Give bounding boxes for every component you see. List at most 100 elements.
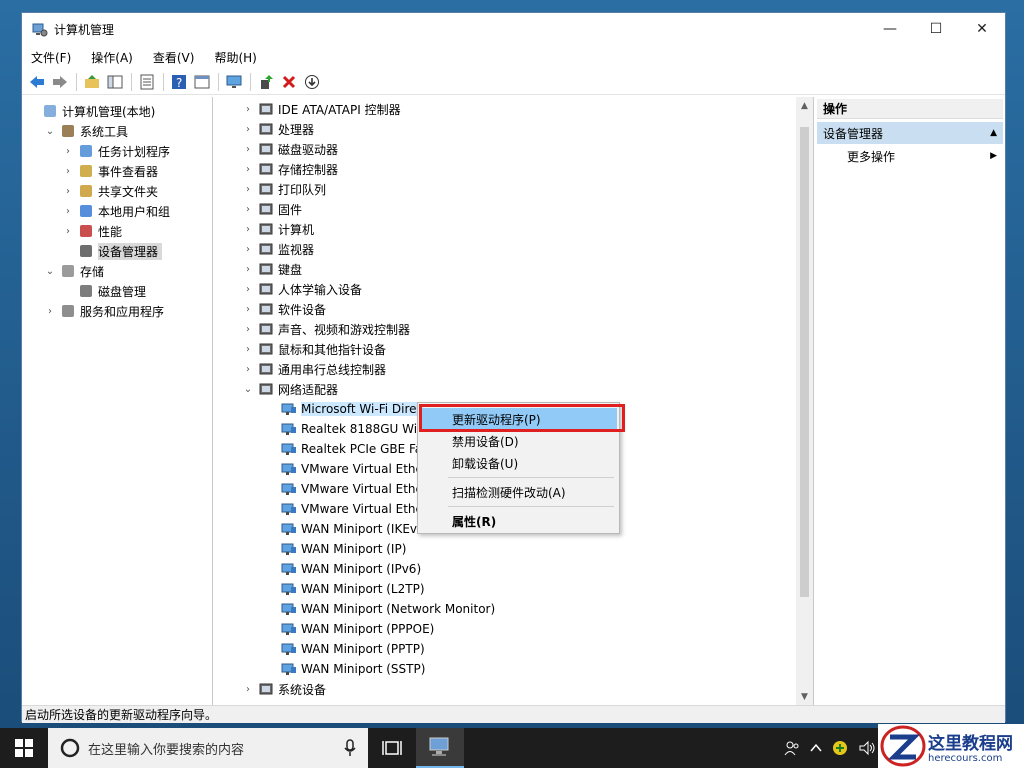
- device-item[interactable]: Realtek 8188GU Wire: [277, 419, 429, 439]
- device-category[interactable]: › 监视器: [242, 239, 314, 259]
- menu-view[interactable]: 查看(V): [150, 47, 198, 68]
- device-item[interactable]: VMware Virtual Ethe: [277, 499, 423, 519]
- expand-chevron-icon[interactable]: ›: [242, 144, 254, 155]
- console-tree-item[interactable]: › 本地用户和组: [62, 201, 170, 221]
- device-category[interactable]: ⌄ 网络适配器: [242, 379, 338, 399]
- device-item[interactable]: WAN Miniport (SSTP): [277, 659, 425, 679]
- menu-properties[interactable]: 属性(R): [420, 510, 617, 532]
- uninstall-toolbar-button[interactable]: [278, 71, 300, 93]
- console-tree-item[interactable]: › 任务计划程序: [62, 141, 170, 161]
- menu-uninstall-device[interactable]: 卸载设备(U): [420, 452, 617, 474]
- expand-chevron-icon[interactable]: ›: [62, 146, 74, 157]
- expand-chevron-icon[interactable]: ›: [62, 226, 74, 237]
- expand-chevron-icon[interactable]: ›: [242, 264, 254, 275]
- device-category[interactable]: › 处理器: [242, 119, 314, 139]
- menu-action[interactable]: 操作(A): [88, 47, 136, 68]
- expand-chevron-icon[interactable]: ›: [242, 104, 254, 115]
- device-item[interactable]: WAN Miniport (PPTP): [277, 639, 425, 659]
- expand-chevron-icon[interactable]: ›: [242, 364, 254, 375]
- maximize-button[interactable]: ☐: [913, 13, 959, 45]
- expand-chevron-icon[interactable]: ›: [242, 164, 254, 175]
- device-category[interactable]: › 鼠标和其他指针设备: [242, 339, 386, 359]
- show-tree-button[interactable]: [104, 71, 126, 93]
- scroll-thumb[interactable]: [800, 127, 809, 597]
- tray-expand-chevron-icon[interactable]: [810, 743, 822, 753]
- scroll-down-arrow-icon[interactable]: ▼: [796, 688, 813, 705]
- console-tree-item[interactable]: ⌄ 存储: [44, 261, 104, 281]
- device-category[interactable]: › 键盘: [242, 259, 302, 279]
- scroll-up-arrow-icon[interactable]: ▲: [796, 97, 813, 114]
- device-category[interactable]: › 计算机: [242, 219, 314, 239]
- expand-chevron-icon[interactable]: ›: [62, 206, 74, 217]
- console-tree-item[interactable]: ⌄ 系统工具: [44, 121, 128, 141]
- more-actions-item[interactable]: 更多操作 ▶: [817, 146, 1003, 166]
- up-level-button[interactable]: [81, 71, 103, 93]
- device-item[interactable]: Microsoft Wi-Fi Direc: [277, 399, 428, 419]
- actions-section-device-manager[interactable]: 设备管理器 ▲: [817, 122, 1003, 144]
- device-item[interactable]: WAN Miniport (IPv6): [277, 559, 421, 579]
- volume-icon[interactable]: [858, 740, 876, 756]
- device-category[interactable]: › 系统设备: [242, 679, 326, 699]
- menu-scan-hardware[interactable]: 扫描检测硬件改动(A): [420, 481, 617, 503]
- expand-chevron-icon[interactable]: ›: [242, 124, 254, 135]
- expand-chevron-icon[interactable]: ›: [242, 184, 254, 195]
- update-driver-toolbar-button[interactable]: [255, 71, 277, 93]
- device-category[interactable]: › IDE ATA/ATAPI 控制器: [242, 99, 401, 119]
- taskbar-search-box[interactable]: 在这里输入你要搜索的内容: [48, 728, 368, 768]
- device-category[interactable]: › 磁盘驱动器: [242, 139, 338, 159]
- menu-help[interactable]: 帮助(H): [211, 47, 259, 68]
- console-tree-item[interactable]: 设备管理器: [62, 241, 163, 261]
- expand-chevron-icon[interactable]: ›: [62, 186, 74, 197]
- device-category[interactable]: › 通用串行总线控制器: [242, 359, 386, 379]
- taskbar-app-computer-management[interactable]: [416, 728, 464, 768]
- expand-chevron-icon[interactable]: ›: [242, 284, 254, 295]
- device-category[interactable]: › 存储控制器: [242, 159, 338, 179]
- close-button[interactable]: ✕: [959, 13, 1005, 45]
- expand-chevron-icon[interactable]: ›: [62, 166, 74, 177]
- monitor-button[interactable]: [223, 71, 245, 93]
- device-item[interactable]: VMware Virtual Ethe: [277, 459, 423, 479]
- console-tree-item[interactable]: › 性能: [62, 221, 122, 241]
- microphone-icon[interactable]: [344, 739, 356, 757]
- menu-disable-device[interactable]: 禁用设备(D): [420, 430, 617, 452]
- device-category[interactable]: › 固件: [242, 199, 302, 219]
- device-item[interactable]: WAN Miniport (L2TP): [277, 579, 425, 599]
- console-tree-item[interactable]: › 共享文件夹: [62, 181, 158, 201]
- minimize-button[interactable]: —: [867, 13, 913, 45]
- console-tree-item[interactable]: 计算机管理(本地): [26, 101, 155, 121]
- expand-chevron-icon[interactable]: ›: [242, 344, 254, 355]
- back-button[interactable]: [26, 71, 48, 93]
- device-category[interactable]: › 软件设备: [242, 299, 326, 319]
- console-tree-item[interactable]: › 事件查看器: [62, 161, 158, 181]
- properties-view-button[interactable]: [191, 71, 213, 93]
- device-category[interactable]: › 打印队列: [242, 179, 326, 199]
- device-item[interactable]: WAN Miniport (IKEv: [277, 519, 417, 539]
- forward-button[interactable]: [49, 71, 71, 93]
- expand-chevron-icon[interactable]: ›: [242, 684, 254, 695]
- expand-chevron-icon[interactable]: ›: [242, 244, 254, 255]
- green-plus-tray-icon[interactable]: [832, 740, 848, 756]
- expand-open-chevron-icon[interactable]: ⌄: [242, 384, 254, 395]
- task-view-button[interactable]: [368, 728, 416, 768]
- expand-chevron-icon[interactable]: ›: [242, 224, 254, 235]
- expand-chevron-icon[interactable]: ›: [242, 204, 254, 215]
- device-item[interactable]: WAN Miniport (IP): [277, 539, 406, 559]
- enable-device-button[interactable]: [301, 71, 323, 93]
- start-button[interactable]: [0, 728, 48, 768]
- device-category[interactable]: › 人体学输入设备: [242, 279, 362, 299]
- expand-chevron-icon[interactable]: ›: [44, 306, 56, 317]
- vertical-scrollbar[interactable]: ▲ ▼: [796, 97, 813, 705]
- console-tree-item[interactable]: › 服务和应用程序: [44, 301, 164, 321]
- expand-open-chevron-icon[interactable]: ⌄: [44, 266, 56, 277]
- device-item[interactable]: WAN Miniport (Network Monitor): [277, 599, 495, 619]
- device-item[interactable]: WAN Miniport (PPPOE): [277, 619, 434, 639]
- expand-chevron-icon[interactable]: ›: [242, 304, 254, 315]
- device-item[interactable]: Realtek PCIe GBE Fa: [277, 439, 422, 459]
- help-button[interactable]: ?: [168, 71, 190, 93]
- device-category[interactable]: › 声音、视频和游戏控制器: [242, 319, 410, 339]
- device-item[interactable]: VMware Virtual Ethe: [277, 479, 423, 499]
- people-icon[interactable]: [784, 740, 800, 756]
- title-bar[interactable]: 计算机管理 — ☐ ✕: [22, 13, 1005, 46]
- expand-chevron-icon[interactable]: ›: [242, 324, 254, 335]
- expand-open-chevron-icon[interactable]: ⌄: [44, 126, 56, 137]
